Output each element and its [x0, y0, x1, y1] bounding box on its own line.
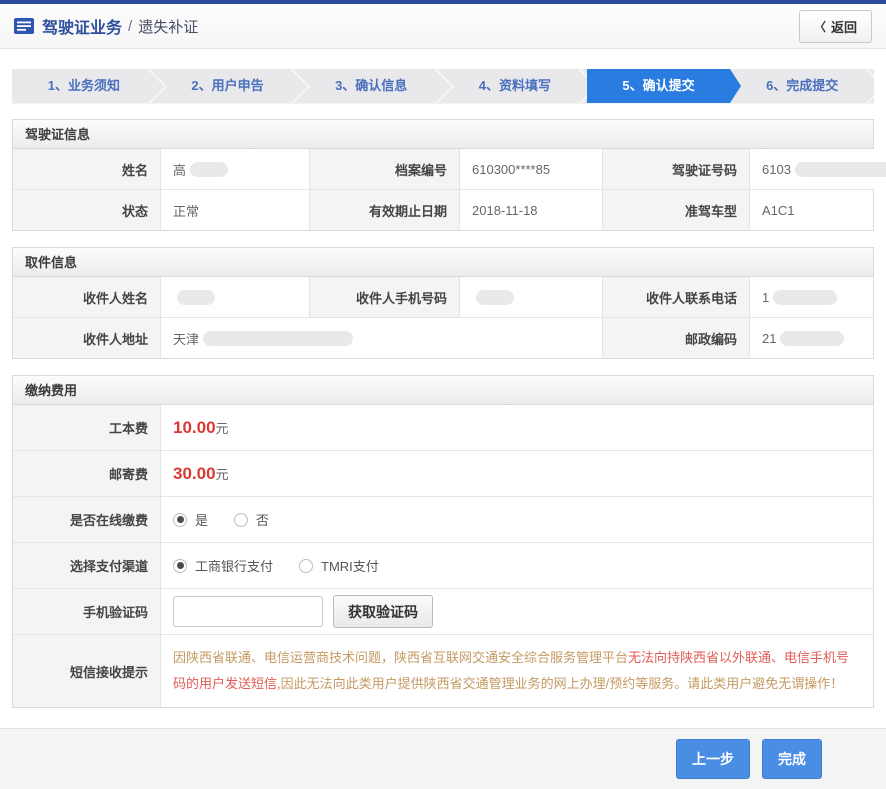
redacted-blur [190, 162, 228, 177]
radio-unselected-icon [299, 559, 313, 573]
payment-channel-radio-group: 工商银行支付 TMRI支付 [173, 556, 379, 575]
radio-online-no-label: 否 [256, 510, 269, 529]
step-2-user-declaration[interactable]: 2、用户申告 [156, 69, 300, 103]
work-fee-row: 工本费 10.00 元 [13, 405, 873, 451]
finish-button[interactable]: 完成 [762, 739, 822, 779]
recipient-name-label: 收件人姓名 [13, 277, 161, 317]
get-sms-code-button[interactable]: 获取验证码 [333, 595, 433, 628]
step-5-confirm-submit[interactable]: 5、确认提交 [587, 69, 731, 103]
sms-notice-row: 短信接收提示 因陕西省联通、电信运营商技术问题，陕西省互联网交通安全综合服务管理… [13, 635, 873, 707]
table-row: 收件人地址 天津 邮政编码 21 [13, 318, 873, 358]
radio-unselected-icon [234, 513, 248, 527]
radio-online-yes-label: 是 [195, 510, 208, 529]
postage-fee-row: 邮寄费 30.00 元 [13, 451, 873, 497]
file-number-value: 610300****85 [460, 149, 603, 189]
back-button-label: 返回 [831, 17, 857, 36]
redacted-blur [476, 290, 514, 305]
recipient-address-value: 天津 [161, 318, 603, 358]
radio-selected-icon [173, 513, 187, 527]
pickup-info-section: 取件信息 收件人姓名 收件人手机号码 收件人联系电话 1 收件人地址 天津 邮政… [12, 247, 874, 359]
file-number-label: 档案编号 [310, 149, 460, 189]
page-title: 驾驶证业务 [42, 14, 122, 38]
recipient-phone-label: 收件人联系电话 [603, 277, 750, 317]
progress-stepper: 1、业务须知 2、用户申告 3、确认信息 4、资料填写 5、确认提交 6、完成提… [12, 69, 874, 103]
postage-fee-unit: 元 [216, 464, 229, 483]
license-number-label: 驾驶证号码 [603, 149, 750, 189]
payment-section-title: 缴纳费用 [13, 376, 873, 405]
action-footer: 上一步 完成 [0, 728, 886, 789]
work-fee-amount: 10.00 [173, 418, 216, 438]
redacted-blur [177, 290, 215, 305]
chevron-left-icon: 〈 [814, 18, 826, 35]
sms-code-input[interactable] [173, 596, 323, 627]
work-fee-unit: 元 [216, 418, 229, 437]
payment-channel-label: 选择支付渠道 [13, 543, 161, 588]
radio-online-no[interactable]: 否 [234, 510, 269, 529]
vehicle-class-value: A1C1 [750, 190, 873, 230]
postage-fee-label: 邮寄费 [13, 451, 161, 496]
license-info-section: 驾驶证信息 姓名 高 档案编号 610300****85 驾驶证号码 6103 … [12, 119, 874, 231]
breadcrumb-separator: / [128, 18, 132, 35]
vehicle-class-label: 准驾车型 [603, 190, 750, 230]
work-fee-label: 工本费 [13, 405, 161, 450]
step-1-business-notice[interactable]: 1、业务须知 [12, 69, 156, 103]
status-value: 正常 [161, 190, 310, 230]
name-value: 高 [161, 149, 310, 189]
expiry-date-value: 2018-11-18 [460, 190, 603, 230]
zip-code-label: 邮政编码 [603, 318, 750, 358]
notice-text-part3: 因此无法向此类用户提供陕西省交通管理业务的网上办理/预约等服务。请此类用户避免无… [281, 676, 844, 691]
sms-notice-text: 因陕西省联通、电信运营商技术问题，陕西省互联网交通安全综合服务管理平台无法向持陕… [161, 635, 873, 707]
table-row: 姓名 高 档案编号 610300****85 驾驶证号码 6103 [13, 149, 873, 190]
online-payment-label: 是否在线缴费 [13, 497, 161, 542]
name-label: 姓名 [13, 149, 161, 189]
back-button[interactable]: 〈 返回 [799, 10, 872, 43]
step-6-complete-submit[interactable]: 6、完成提交 [730, 69, 874, 103]
sms-code-label: 手机验证码 [13, 589, 161, 634]
recipient-mobile-value [460, 277, 603, 317]
work-fee-value: 10.00 元 [161, 405, 873, 450]
breadcrumb-current: 遗失补证 [138, 16, 198, 37]
radio-channel-icbc[interactable]: 工商银行支付 [173, 556, 273, 575]
redacted-blur [773, 290, 837, 305]
redacted-blur [203, 331, 353, 346]
online-payment-radio-group: 是 否 [173, 510, 269, 529]
step-4-fill-materials[interactable]: 4、资料填写 [443, 69, 587, 103]
postage-fee-value: 30.00 元 [161, 451, 873, 496]
payment-section: 缴纳费用 工本费 10.00 元 邮寄费 30.00 元 是否在线缴费 是 否 [12, 375, 874, 708]
status-label: 状态 [13, 190, 161, 230]
page-header: 驾驶证业务 / 遗失补证 〈 返回 [0, 4, 886, 49]
table-row: 状态 正常 有效期止日期 2018-11-18 准驾车型 A1C1 [13, 190, 873, 230]
radio-online-yes[interactable]: 是 [173, 510, 208, 529]
radio-channel-icbc-label: 工商银行支付 [195, 556, 273, 575]
table-row: 收件人姓名 收件人手机号码 收件人联系电话 1 [13, 277, 873, 318]
recipient-mobile-label: 收件人手机号码 [310, 277, 460, 317]
step-3-confirm-info[interactable]: 3、确认信息 [299, 69, 443, 103]
radio-selected-icon [173, 559, 187, 573]
radio-channel-tmri[interactable]: TMRI支付 [299, 556, 379, 575]
expiry-date-label: 有效期止日期 [310, 190, 460, 230]
pickup-section-title: 取件信息 [13, 248, 873, 277]
form-icon [14, 18, 34, 34]
sms-code-row: 手机验证码 获取验证码 [13, 589, 873, 635]
previous-step-button[interactable]: 上一步 [676, 739, 750, 779]
postage-fee-amount: 30.00 [173, 464, 216, 484]
redacted-blur [780, 331, 844, 346]
online-payment-row: 是否在线缴费 是 否 [13, 497, 873, 543]
notice-text-part1: 因陕西省联通、电信运营商技术问题，陕西省互联网交通安全综合服务管理平台 [173, 650, 628, 665]
zip-code-value: 21 [750, 318, 873, 358]
license-number-value: 6103 [750, 149, 886, 189]
payment-channel-row: 选择支付渠道 工商银行支付 TMRI支付 [13, 543, 873, 589]
recipient-name-value [161, 277, 310, 317]
radio-channel-tmri-label: TMRI支付 [321, 556, 379, 575]
recipient-address-label: 收件人地址 [13, 318, 161, 358]
redacted-blur [795, 162, 886, 177]
sms-notice-label: 短信接收提示 [13, 635, 161, 707]
license-section-title: 驾驶证信息 [13, 120, 873, 149]
recipient-phone-value: 1 [750, 277, 873, 317]
